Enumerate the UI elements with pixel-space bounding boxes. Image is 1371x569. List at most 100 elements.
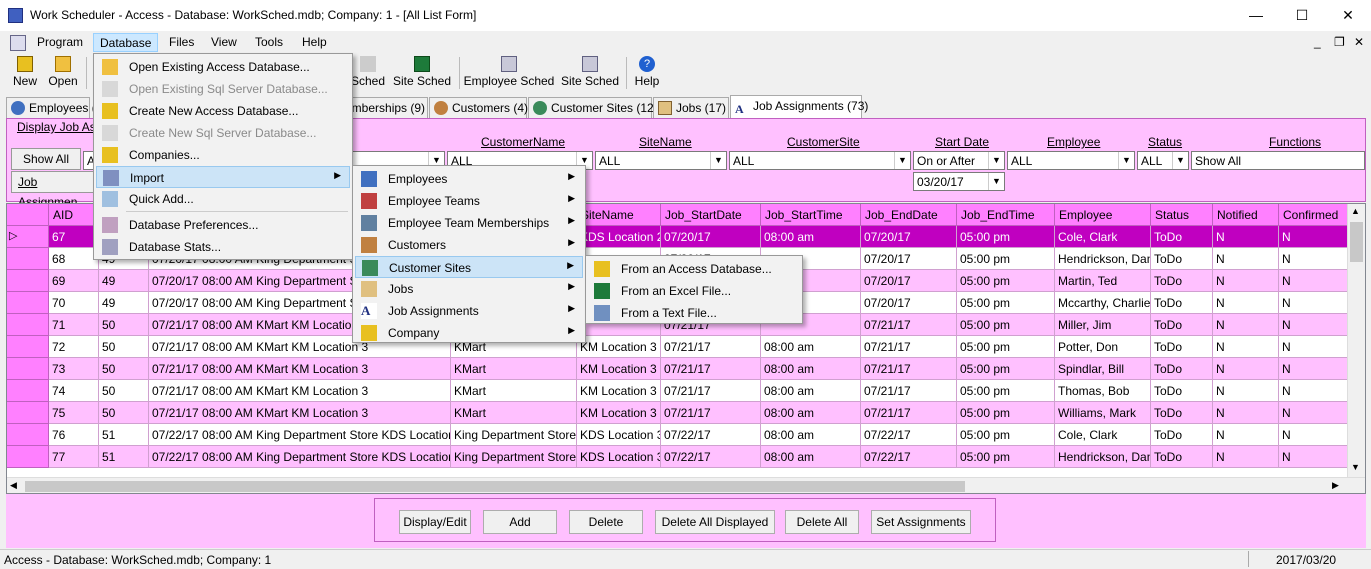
grid-cell[interactable]: 05:00 pm — [957, 424, 1055, 446]
grid-cell[interactable]: ToDo — [1151, 358, 1213, 380]
grid-cell[interactable]: 08:00 am — [761, 358, 861, 380]
grid-cell[interactable]: 05:00 pm — [957, 226, 1055, 248]
menu-view[interactable]: View — [205, 33, 243, 52]
grid-cell[interactable]: KMart — [451, 402, 577, 424]
site-sched-button[interactable]: Site Sched — [390, 55, 454, 93]
scroll-up-icon[interactable]: ▲ — [1351, 206, 1360, 216]
grid-cell[interactable]: ToDo — [1151, 270, 1213, 292]
menu-tools[interactable]: Tools — [249, 33, 289, 52]
row-header[interactable] — [7, 402, 49, 424]
import-menu-item[interactable]: Customers ▶ — [355, 234, 583, 256]
grid-cell[interactable]: 73 — [49, 358, 99, 380]
grid-cell[interactable]: Martin, Ted — [1055, 270, 1151, 292]
grid-cell[interactable]: KM Location 3 — [577, 336, 661, 358]
customer-sites-menu-item[interactable]: From a Text File... — [588, 302, 800, 324]
grid-cell[interactable]: 72 — [49, 336, 99, 358]
grid-cell[interactable]: KMart — [451, 380, 577, 402]
grid-cell[interactable]: 07/22/17 — [661, 446, 761, 468]
grid-cell[interactable]: N — [1279, 424, 1347, 446]
tab-jobs[interactable]: Jobs (17) — [653, 97, 729, 118]
grid-cell[interactable]: 50 — [99, 358, 149, 380]
horizontal-scrollbar[interactable]: ◀ ▶ — [7, 477, 1365, 493]
grid-cell[interactable]: 07/22/17 — [861, 424, 957, 446]
grid-cell[interactable]: N — [1213, 336, 1279, 358]
grid-cell[interactable]: 07/21/17 — [861, 314, 957, 336]
column-header[interactable]: Job_EndDate — [861, 204, 957, 226]
grid-cell[interactable]: N — [1213, 226, 1279, 248]
grid-cell[interactable]: N — [1279, 336, 1347, 358]
delete-button[interactable]: Delete — [569, 510, 643, 534]
grid-cell[interactable]: 07/21/17 08:00 AM KMart KM Location 3 — [149, 402, 451, 424]
grid-cell[interactable]: KM Location 3 — [577, 402, 661, 424]
grid-cell[interactable]: N — [1213, 248, 1279, 270]
grid-cell[interactable]: 67 — [49, 226, 99, 248]
filter-site-name[interactable]: ALL ▼ — [595, 151, 727, 170]
grid-cell[interactable]: Hendrickson, Dan — [1055, 446, 1151, 468]
grid-cell[interactable]: KDS Location 2 — [577, 226, 661, 248]
filter-employee[interactable]: ALL ▼ — [1007, 151, 1135, 170]
column-header[interactable]: SiteName — [577, 204, 661, 226]
grid-cell[interactable]: 50 — [99, 380, 149, 402]
grid-cell[interactable]: KDS Location 3 — [577, 446, 661, 468]
grid-cell[interactable]: 05:00 pm — [957, 292, 1055, 314]
grid-cell[interactable]: N — [1279, 402, 1347, 424]
customer-sites-menu-item[interactable]: From an Excel File... — [588, 280, 800, 302]
minimize-button[interactable]: — — [1233, 0, 1279, 31]
grid-cell[interactable]: N — [1213, 402, 1279, 424]
import-menu-item[interactable]: A Job Assignments ▶ — [355, 300, 583, 322]
grid-cell[interactable]: 07/20/17 — [861, 248, 957, 270]
mdi-restore-icon[interactable]: ❐ — [1334, 35, 1345, 49]
grid-cell[interactable]: 07/21/17 — [861, 336, 957, 358]
import-menu-item[interactable]: Employee Teams ▶ — [355, 190, 583, 212]
site-sched-print-button[interactable]: Site Sched — [559, 55, 621, 93]
grid-cell[interactable]: Cole, Clark — [1055, 226, 1151, 248]
menu-help[interactable]: Help — [296, 33, 333, 52]
grid-cell[interactable]: ToDo — [1151, 402, 1213, 424]
grid-cell[interactable]: Cole, Clark — [1055, 424, 1151, 446]
grid-cell[interactable]: King Department Store — [451, 424, 577, 446]
job-assignments-button[interactable]: Job Assignmen — [11, 171, 95, 209]
start-date-input[interactable]: 03/20/17 ▼ — [913, 172, 1005, 191]
grid-cell[interactable]: 51 — [99, 424, 149, 446]
table-row[interactable]: 76 51 07/22/17 08:00 AM King Department St… — [7, 424, 1347, 446]
column-header[interactable]: Job_StartDate — [661, 204, 761, 226]
grid-cell[interactable]: 07/22/17 — [661, 424, 761, 446]
filter-functions[interactable]: Show All — [1191, 151, 1365, 170]
filter-customer-site[interactable]: ALL ▼ — [729, 151, 911, 170]
grid-cell[interactable]: 07/21/17 — [861, 358, 957, 380]
hscroll-thumb[interactable] — [25, 481, 965, 492]
grid-cell[interactable]: 07/20/17 — [861, 270, 957, 292]
grid-cell[interactable]: 08:00 am — [761, 446, 861, 468]
grid-cell[interactable]: 71 — [49, 314, 99, 336]
tab-employee-team-memberships[interactable]: emberships (9) — [340, 97, 428, 118]
column-header[interactable]: Notified — [1213, 204, 1279, 226]
scroll-down-icon[interactable]: ▼ — [1351, 462, 1360, 472]
grid-cell[interactable]: 07/21/17 — [661, 380, 761, 402]
grid-cell[interactable]: Mccarthy, Charlie — [1055, 292, 1151, 314]
grid-cell[interactable]: 69 — [49, 270, 99, 292]
table-row[interactable]: 72 50 07/21/17 08:00 AM KMart KM Location … — [7, 336, 1347, 358]
grid-cell[interactable]: 07/21/17 — [661, 336, 761, 358]
grid-cell[interactable]: 05:00 pm — [957, 358, 1055, 380]
customer-sites-menu-item[interactable]: From an Access Database... — [588, 258, 800, 280]
sched-button[interactable]: Sched — [350, 55, 386, 93]
grid-cell[interactable]: 05:00 pm — [957, 380, 1055, 402]
grid-cell[interactable]: ToDo — [1151, 292, 1213, 314]
new-button[interactable]: New — [6, 55, 44, 93]
grid-cell[interactable]: KM Location 3 — [577, 380, 661, 402]
db-menu-item[interactable]: Open Existing Sql Server Database... — [96, 78, 350, 100]
db-menu-item[interactable]: Database Stats... — [96, 236, 350, 258]
grid-cell[interactable]: 76 — [49, 424, 99, 446]
grid-cell[interactable]: KM Location 3 — [577, 358, 661, 380]
row-header[interactable] — [7, 336, 49, 358]
tab-customer-sites[interactable]: Customer Sites (12) — [528, 97, 658, 118]
grid-cell[interactable]: 07/21/17 08:00 AM KMart KM Location 3 — [149, 380, 451, 402]
column-header[interactable]: Status — [1151, 204, 1213, 226]
grid-cell[interactable]: 07/22/17 — [861, 446, 957, 468]
grid-cell[interactable]: Spindlar, Bill — [1055, 358, 1151, 380]
grid-cell[interactable]: 50 — [99, 336, 149, 358]
grid-cell[interactable]: N — [1279, 358, 1347, 380]
grid-cell[interactable]: N — [1279, 292, 1347, 314]
grid-cell[interactable]: 74 — [49, 380, 99, 402]
db-menu-item[interactable]: Create New Sql Server Database... — [96, 122, 350, 144]
